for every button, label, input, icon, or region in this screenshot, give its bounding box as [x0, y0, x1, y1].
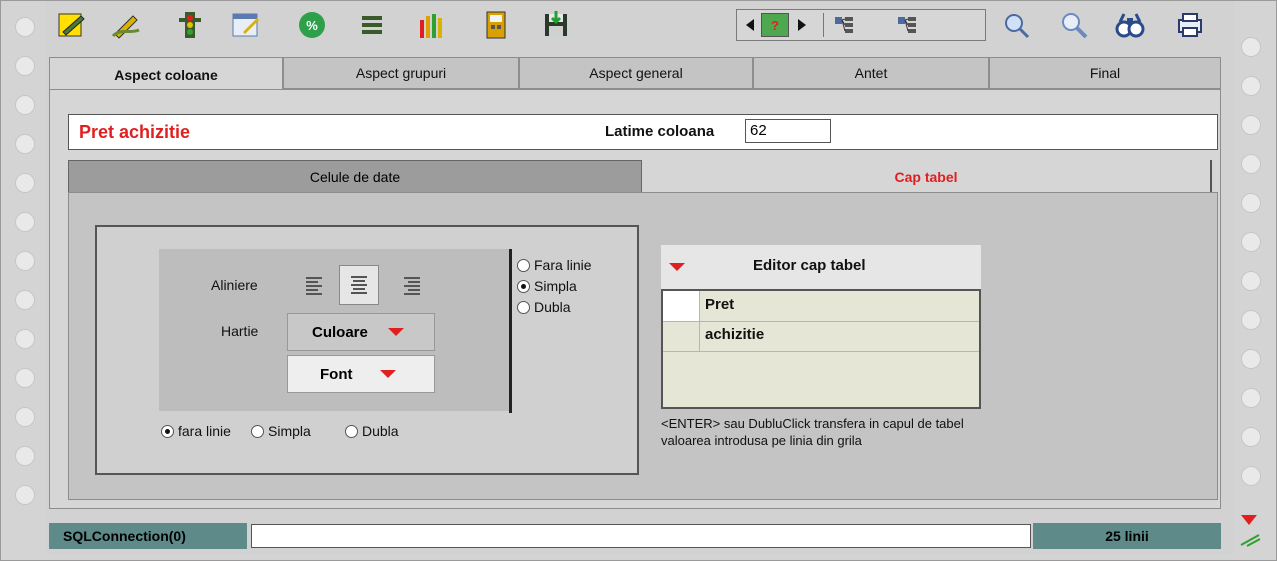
header-editor-title: Editor cap tabel [753, 257, 866, 274]
radio-bottom-single[interactable]: Simpla [251, 423, 311, 439]
radio-circle [345, 424, 358, 438]
grid-row-text: Pret [705, 296, 735, 313]
help-button[interactable]: ? [761, 13, 789, 37]
radio-circle [517, 279, 530, 293]
tab-aspect-grupuri[interactable]: Aspect grupuri [283, 57, 519, 89]
tab-panel: Pret achizitie Latime coloana 62 Celule … [49, 89, 1221, 509]
resize-grip-icon[interactable] [1239, 533, 1261, 552]
editor-dropdown-icon[interactable] [669, 263, 685, 271]
column-width-label: Latime coloana [605, 123, 715, 140]
line-count: 25 linii [1033, 523, 1221, 549]
svg-text:%: % [306, 18, 318, 33]
format-group: Aliniere Hartie Culoare Font Fara linie … [95, 225, 639, 475]
header-editor: Editor cap tabel Pret achizitie [661, 245, 981, 409]
radio-bottom-double[interactable]: Dubla [345, 423, 399, 439]
tab-aspect-coloane[interactable]: Aspect coloane [49, 57, 283, 91]
dropdown-arrow-icon [380, 370, 397, 378]
paper-label: Hartie [221, 323, 259, 339]
grid-row-text: achizitie [705, 326, 765, 343]
main-area: % ? Aspect coloane Aspect grupuri Aspect… [45, 1, 1235, 554]
tree-icon-2[interactable] [887, 13, 927, 37]
pencil-icon[interactable] [109, 9, 143, 41]
column-name: Pret achizitie [79, 122, 191, 142]
radio-right-single[interactable]: Simpla [517, 278, 577, 294]
header-editor-grid[interactable]: Pret achizitie [661, 289, 981, 409]
radio-right-none[interactable]: Fara linie [517, 257, 592, 273]
tab-antet[interactable]: Antet [753, 57, 989, 89]
previous-arrow-icon[interactable] [741, 13, 759, 37]
radio-circle [517, 300, 530, 314]
record-navigator: ? [736, 9, 986, 41]
printer-icon[interactable] [1173, 9, 1207, 41]
radio-circle [161, 424, 174, 438]
grid-row[interactable]: achizitie [663, 321, 979, 352]
font-dropdown-button[interactable]: Font [287, 355, 435, 393]
align-label: Aliniere [211, 277, 258, 293]
radio-bottom-none[interactable]: fara linie [161, 423, 231, 439]
column-bar: Pret achizitie Latime coloana 62 [68, 114, 1218, 150]
radio-label: Simpla [534, 278, 577, 294]
tab-final[interactable]: Final [989, 57, 1221, 89]
align-left-icon[interactable] [295, 267, 333, 305]
list-icon[interactable] [355, 9, 389, 41]
status-bar: SQLConnection(0) 25 linii [49, 523, 1221, 549]
column-width-input[interactable]: 62 [745, 119, 831, 143]
right-border-line [509, 249, 512, 413]
traffic-light-icon[interactable] [173, 9, 207, 41]
connection-status: SQLConnection(0) [49, 523, 247, 549]
percent-icon[interactable]: % [295, 9, 329, 41]
zoom-icon[interactable] [999, 9, 1033, 41]
row-indicator [663, 321, 700, 351]
pencils-icon[interactable] [415, 9, 449, 41]
scroll-down-icon[interactable] [1240, 513, 1258, 531]
tree-icon[interactable] [823, 13, 864, 37]
radio-label: Dubla [534, 299, 571, 315]
header-editor-titlebar: Editor cap tabel [661, 245, 981, 289]
editor-hint: <ENTER> sau DubluClick transfera in capu… [661, 416, 964, 448]
color-dropdown-button[interactable]: Culoare [287, 313, 435, 351]
radio-label: Dubla [362, 423, 399, 439]
font-button-label: Font [320, 365, 353, 383]
align-center-icon[interactable] [339, 265, 379, 305]
dropdown-arrow-icon [387, 328, 404, 336]
row-indicator [663, 291, 700, 321]
main-tabs: Aspect coloane Aspect grupuri Aspect gen… [49, 57, 1221, 91]
next-arrow-icon[interactable] [793, 13, 811, 37]
report-designer-window: % ? Aspect coloane Aspect grupuri Aspect… [0, 0, 1277, 561]
calculator-icon[interactable] [479, 9, 513, 41]
tab-aspect-general[interactable]: Aspect general [519, 57, 753, 89]
tab-cap-tabel[interactable]: Cap tabel [642, 160, 1212, 194]
zoom-out-icon[interactable] [1057, 9, 1091, 41]
radio-label: fara linie [178, 423, 231, 439]
notepad-icon[interactable] [229, 9, 263, 41]
color-button-label: Culoare [312, 323, 368, 341]
radio-label: Simpla [268, 423, 311, 439]
radio-circle [251, 424, 264, 438]
grid-row[interactable]: Pret [663, 291, 979, 322]
tab-celule-de-date[interactable]: Celule de date [68, 160, 642, 194]
edit-report-icon[interactable] [55, 9, 89, 41]
status-field[interactable] [251, 524, 1031, 548]
radio-circle [517, 258, 530, 272]
radio-label: Fara linie [534, 257, 592, 273]
header-format-panel: Aliniere Hartie Culoare Font Fara linie … [68, 192, 1218, 500]
align-right-icon[interactable] [393, 267, 431, 305]
radio-right-double[interactable]: Dubla [517, 299, 571, 315]
save-disk-icon[interactable] [539, 9, 573, 41]
binoculars-icon[interactable] [1113, 9, 1147, 41]
